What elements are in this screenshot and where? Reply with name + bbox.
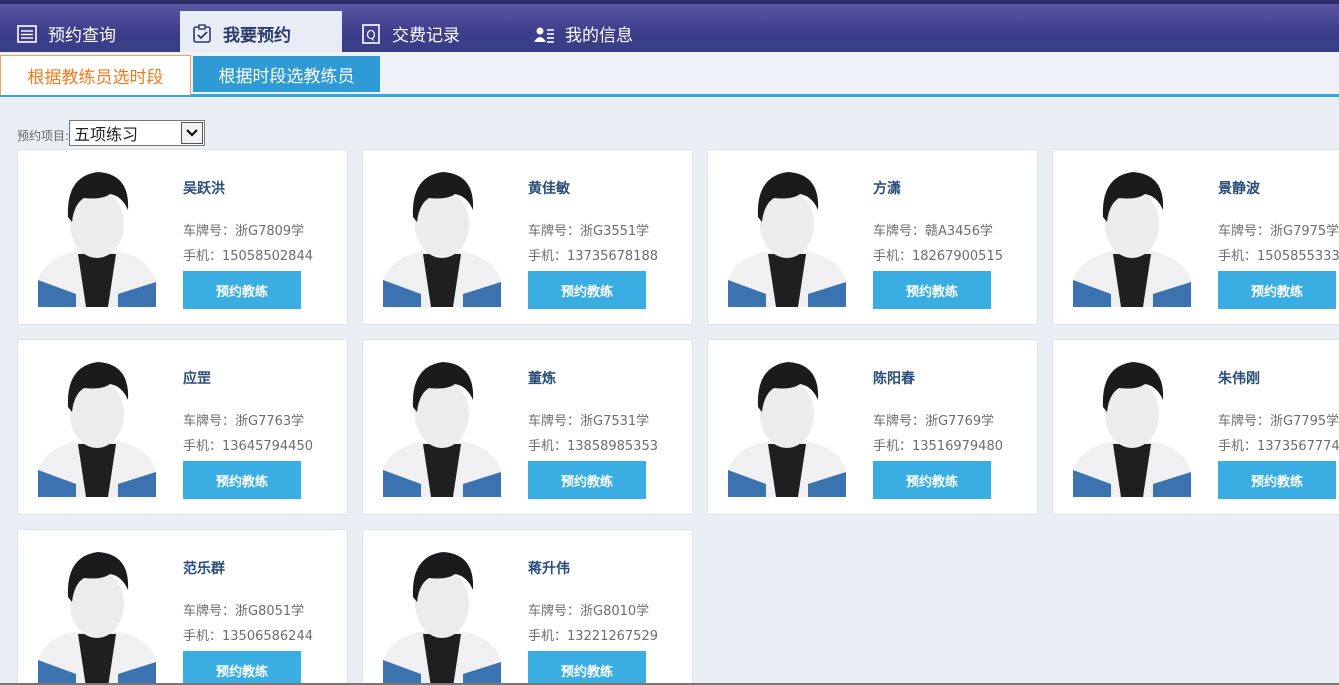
coach-plate: 车牌号：浙G7809学 <box>183 224 305 239</box>
svg-text:Q: Q <box>366 28 375 42</box>
coach-plate: 车牌号：浙G7763学 <box>183 414 305 429</box>
coach-plate: 车牌号：浙G3551学 <box>528 224 650 239</box>
book-coach-button[interactable]: 预约教练 <box>873 271 991 309</box>
project-filter-label: 预约项目: <box>17 129 70 143</box>
top-nav: 预约查询 我要预约 Q 交费记录 我的信息 <box>0 0 1339 56</box>
coach-phone: 手机：13858985353 <box>528 439 658 454</box>
tab-my-info[interactable]: 我的信息 <box>533 11 633 56</box>
coach-phone: 手机：13221267529 <box>528 629 658 644</box>
query-icon: Q <box>360 23 382 45</box>
coach-card: 应罡车牌号：浙G7763学 手机：13645794450 预约教练 <box>17 339 348 515</box>
avatar <box>36 542 158 685</box>
list-icon <box>16 23 38 45</box>
coach-phone: 手机：13735677741 <box>1218 439 1339 454</box>
coach-name: 方潇 <box>873 181 901 197</box>
coach-plate: 车牌号：浙G8010学 <box>528 604 650 619</box>
coach-card: 黄佳敏车牌号：浙G3551学 手机：13735678188 预约教练 <box>362 149 693 325</box>
coach-name: 董炼 <box>528 371 556 387</box>
project-filter: 预约项目: 五项练习 <box>17 120 206 146</box>
coach-card: 朱伟刚车牌号：浙G7795学 手机：13735677741 预约教练 <box>1052 339 1339 515</box>
user-info-icon <box>533 23 555 45</box>
project-select[interactable]: 五项练习 <box>69 120 206 146</box>
coach-card: 蒋升伟车牌号：浙G8010学 手机：13221267529 预约教练 <box>362 529 693 685</box>
coach-phone: 手机：13735678188 <box>528 249 658 264</box>
coach-phone: 手机：15058502844 <box>183 249 313 264</box>
coach-plate: 车牌号：浙G7531学 <box>528 414 650 429</box>
coach-name: 朱伟刚 <box>1218 371 1260 387</box>
coach-plate: 车牌号：浙G7769学 <box>873 414 995 429</box>
coach-card: 吴跃洪车牌号：浙G7809学 手机：15058502844 预约教练 <box>17 149 348 325</box>
avatar <box>726 162 848 307</box>
coach-phone: 手机：13506586244 <box>183 629 313 644</box>
coach-phone: 手机：13516979480 <box>873 439 1003 454</box>
chevron-down-icon[interactable] <box>181 122 204 144</box>
coach-card: 陈阳春车牌号：浙G7769学 手机：13516979480 预约教练 <box>707 339 1038 515</box>
book-coach-button[interactable]: 预约教练 <box>1218 461 1336 499</box>
avatar <box>36 352 158 497</box>
sub-tab-bar: 根据教练员选时段 根据时段选教练员 <box>0 52 1339 97</box>
coach-plate: 车牌号：浙G7795学 <box>1218 414 1339 429</box>
avatar <box>381 162 503 307</box>
coach-phone: 手机：15058553335 <box>1218 249 1339 264</box>
tab-label: 预约查询 <box>48 26 116 46</box>
coach-name: 蒋升伟 <box>528 561 570 577</box>
coach-card: 范乐群车牌号：浙G8051学 手机：13506586244 预约教练 <box>17 529 348 685</box>
coach-card: 方潇车牌号：赣A3456学 手机：18267900515 预约教练 <box>707 149 1038 325</box>
coach-name: 范乐群 <box>183 561 225 577</box>
tab-label: 交费记录 <box>392 26 460 46</box>
coach-name: 黄佳敏 <box>528 181 570 197</box>
tab-appointment-query[interactable]: 预约查询 <box>16 11 116 56</box>
book-coach-button[interactable]: 预约教练 <box>528 461 646 499</box>
checklist-icon <box>191 23 213 45</box>
book-coach-button[interactable]: 预约教练 <box>183 461 301 499</box>
avatar <box>1071 352 1193 497</box>
coach-plate: 车牌号：赣A3456学 <box>873 224 993 239</box>
book-coach-button[interactable]: 预约教练 <box>873 461 991 499</box>
book-coach-button[interactable]: 预约教练 <box>183 651 301 685</box>
coach-phone: 手机：18267900515 <box>873 249 1003 264</box>
coach-plate: 车牌号：浙G7975学 <box>1218 224 1339 239</box>
coach-card: 景静波车牌号：浙G7975学 手机：15058553335 预约教练 <box>1052 149 1339 325</box>
project-select-value: 五项练习 <box>74 125 139 144</box>
coach-card: 董炼车牌号：浙G7531学 手机：13858985353 预约教练 <box>362 339 693 515</box>
avatar <box>36 162 158 307</box>
coach-name: 景静波 <box>1218 181 1260 197</box>
coach-name: 吴跃洪 <box>183 181 225 197</box>
tab-make-appointment[interactable]: 我要预约 <box>180 11 342 56</box>
avatar <box>1071 162 1193 307</box>
coach-name: 应罡 <box>183 371 211 387</box>
coach-plate: 车牌号：浙G8051学 <box>183 604 305 619</box>
avatar <box>381 352 503 497</box>
book-coach-button[interactable]: 预约教练 <box>1218 271 1336 309</box>
coach-phone: 手机：13645794450 <box>183 439 313 454</box>
subtab-by-timeslot[interactable]: 根据时段选教练员 <box>193 56 380 92</box>
book-coach-button[interactable]: 预约教练 <box>183 271 301 309</box>
book-coach-button[interactable]: 预约教练 <box>528 271 646 309</box>
book-coach-button[interactable]: 预约教练 <box>528 651 646 685</box>
avatar <box>381 542 503 685</box>
coach-name: 陈阳春 <box>873 371 915 387</box>
subtab-by-coach[interactable]: 根据教练员选时段 <box>0 55 191 95</box>
tab-label: 我要预约 <box>223 26 291 46</box>
tab-label: 我的信息 <box>565 26 633 46</box>
tab-payment-records[interactable]: Q 交费记录 <box>360 11 460 56</box>
avatar <box>726 352 848 497</box>
